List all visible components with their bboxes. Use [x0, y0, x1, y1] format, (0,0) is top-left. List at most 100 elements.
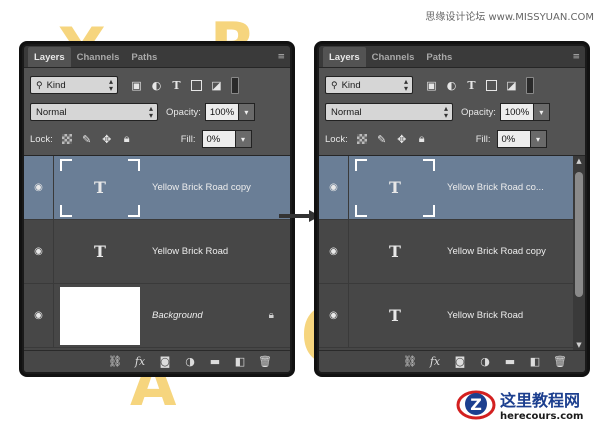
fx-icon[interactable]: fx	[428, 355, 442, 369]
text-layer-icon: T	[94, 242, 106, 261]
lock-all-icon[interactable]: 🔒︎	[416, 132, 428, 145]
lock-transparency-icon[interactable]	[61, 133, 73, 145]
layer-row[interactable]: ◉ Background 🔒︎	[24, 284, 290, 348]
link-icon[interactable]: ⛓	[108, 355, 122, 369]
visibility-eye-icon[interactable]: ◉	[329, 310, 338, 321]
lock-label: Lock:	[30, 133, 53, 145]
layer-row[interactable]: ◉ T Yellow Brick Road copy	[319, 220, 573, 284]
tab-paths[interactable]: Paths	[125, 47, 163, 67]
layer-name[interactable]: Yellow Brick Road	[447, 310, 523, 321]
mask-icon[interactable]: ◙	[453, 355, 467, 369]
image-filter-icon[interactable]: ▣	[130, 79, 143, 92]
smart-object-filter-icon[interactable]: ◪	[505, 79, 518, 92]
filter-toggle-switch[interactable]	[231, 76, 239, 94]
folder-icon[interactable]: ▬	[208, 355, 222, 369]
layer-name[interactable]: Yellow Brick Road co...	[447, 182, 544, 193]
visibility-eye-icon[interactable]: ◉	[34, 310, 43, 321]
filter-kind-dropdown[interactable]: ⚲ Kind ▴ ▾	[325, 76, 413, 94]
dropdown-arrows-icon: ▴ ▾	[403, 77, 408, 93]
fill-label: Fill:	[180, 133, 196, 145]
opacity-dropdown-icon[interactable]: ▾	[238, 103, 255, 121]
text-layer-icon: T	[389, 306, 401, 325]
trash-icon[interactable]: 🗑︎	[553, 355, 567, 369]
lock-image-brush-icon[interactable]: ✎	[81, 133, 93, 146]
visibility-eye-icon[interactable]: ◉	[34, 246, 43, 257]
image-filter-icon[interactable]: ▣	[425, 79, 438, 92]
filter-toggle-switch[interactable]	[526, 76, 534, 94]
folder-icon[interactable]: ▬	[503, 355, 517, 369]
scroll-thumb[interactable]	[575, 172, 583, 297]
type-filter-icon[interactable]: T	[170, 79, 183, 92]
panel-menu-icon[interactable]: ≡	[572, 52, 580, 62]
layer-name[interactable]: Yellow Brick Road copy	[447, 246, 546, 257]
layer-name[interactable]: Background	[152, 310, 203, 321]
visibility-eye-icon[interactable]: ◉	[329, 246, 338, 257]
fill-input[interactable]: 0%	[201, 130, 236, 148]
opacity-dropdown-icon[interactable]: ▾	[533, 103, 550, 121]
fx-icon[interactable]: fx	[133, 355, 147, 369]
panel-tabs: Layers Channels Paths ≡	[319, 46, 585, 68]
scroll-down-icon[interactable]: ▼	[573, 340, 585, 350]
trash-icon[interactable]: 🗑︎	[258, 355, 272, 369]
tab-channels[interactable]: Channels	[71, 47, 126, 67]
link-icon[interactable]: ⛓	[403, 355, 417, 369]
blend-mode-dropdown[interactable]: Normal ▴ ▾	[325, 103, 453, 121]
scroll-up-icon[interactable]: ▲	[573, 156, 585, 166]
type-filter-icon[interactable]: T	[465, 79, 478, 92]
layer-name[interactable]: Yellow Brick Road	[152, 246, 228, 257]
opacity-input[interactable]: 100%	[204, 103, 239, 121]
lock-all-icon[interactable]: 🔒︎	[121, 132, 133, 145]
tab-paths[interactable]: Paths	[420, 47, 458, 67]
lock-transparency-icon[interactable]	[356, 133, 368, 145]
visibility-eye-icon[interactable]: ◉	[329, 182, 338, 193]
fill-dropdown-icon[interactable]: ▾	[235, 130, 252, 148]
smart-object-filter-icon[interactable]: ◪	[210, 79, 223, 92]
tab-layers[interactable]: Layers	[28, 47, 71, 67]
mask-icon[interactable]: ◙	[158, 355, 172, 369]
lock-position-move-icon[interactable]: ✥	[396, 133, 408, 146]
panel-menu-icon[interactable]: ≡	[277, 52, 285, 62]
opacity-label: Opacity:	[461, 106, 496, 118]
lock-position-move-icon[interactable]: ✥	[101, 133, 113, 146]
adjustment-icon[interactable]: ◑	[478, 355, 492, 369]
logo-chinese-text: 这里教程网	[500, 390, 581, 410]
lock-label: Lock:	[325, 133, 348, 145]
tab-layers[interactable]: Layers	[323, 47, 366, 67]
layer-row[interactable]: ◉ T Yellow Brick Road copy	[24, 156, 290, 220]
layer-name[interactable]: Yellow Brick Road copy	[152, 182, 251, 193]
adjustment-icon[interactable]: ◑	[183, 355, 197, 369]
filter-kind-dropdown[interactable]: ⚲ Kind ▴ ▾	[30, 76, 118, 94]
text-layer-icon: T	[94, 178, 106, 197]
opacity-label: Opacity:	[166, 106, 201, 118]
layer-row[interactable]: ◉ T Yellow Brick Road	[319, 284, 573, 348]
panel-footer: ⛓ fx ◙ ◑ ▬ ◧ 🗑︎	[24, 350, 290, 372]
layer-thumbnail: T	[355, 223, 435, 281]
layer-lock-icon: 🔒︎	[268, 310, 274, 321]
lock-image-brush-icon[interactable]: ✎	[376, 133, 388, 146]
dropdown-arrows-icon: ▴ ▾	[443, 104, 448, 120]
tab-channels[interactable]: Channels	[366, 47, 421, 67]
blend-mode-value: Normal	[36, 106, 67, 118]
site-logo: Z 这里教程网 herecours.com	[456, 384, 583, 424]
panel-tabs: Layers Channels Paths ≡	[24, 46, 290, 68]
fill-label: Fill:	[475, 133, 491, 145]
watermark: 思缘设计论坛 www.MISSYUAN.COM	[425, 12, 594, 23]
fill-input[interactable]: 0%	[496, 130, 531, 148]
visibility-eye-icon[interactable]: ◉	[34, 182, 43, 193]
new-layer-icon[interactable]: ◧	[233, 355, 247, 369]
opacity-input[interactable]: 100%	[499, 103, 534, 121]
adjustment-filter-icon[interactable]: ◐	[150, 79, 163, 92]
adjustment-filter-icon[interactable]: ◐	[445, 79, 458, 92]
shape-filter-icon[interactable]	[190, 79, 203, 92]
logo-url: herecours.com	[500, 410, 584, 422]
blend-mode-dropdown[interactable]: Normal ▴ ▾	[30, 103, 158, 121]
text-layer-icon: T	[389, 178, 401, 197]
new-layer-icon[interactable]: ◧	[528, 355, 542, 369]
layer-row[interactable]: ◉ T Yellow Brick Road	[24, 220, 290, 284]
layer-thumbnail: T	[60, 158, 140, 217]
layers-scrollbar[interactable]: ▲ ▼	[573, 156, 585, 350]
panel-footer: ⛓ fx ◙ ◑ ▬ ◧ 🗑︎	[319, 350, 585, 372]
layer-row[interactable]: ◉ T Yellow Brick Road co...	[319, 156, 573, 220]
shape-filter-icon[interactable]	[485, 79, 498, 92]
fill-dropdown-icon[interactable]: ▾	[530, 130, 547, 148]
